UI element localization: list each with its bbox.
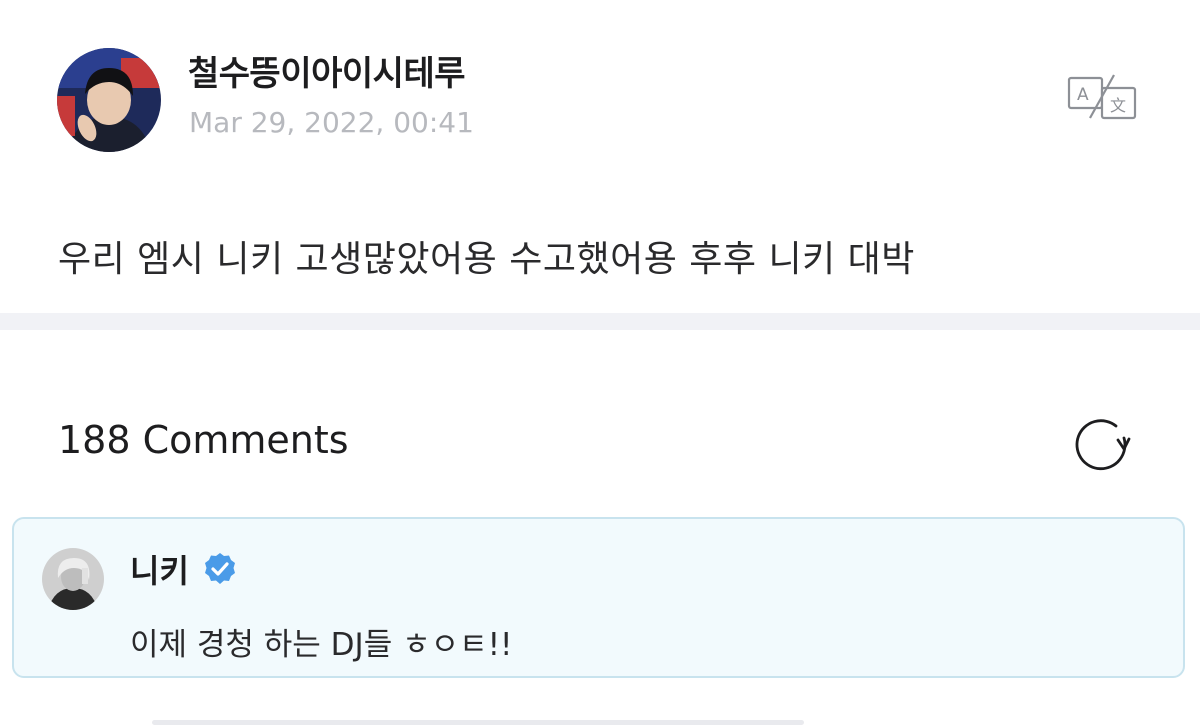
svg-text:A: A [1077,85,1089,105]
section-divider [0,313,1200,330]
comment-author-name[interactable]: 니키 [130,546,189,592]
avatar-photo [57,48,161,152]
post-screen: 철수뜽이아이시테루 Mar 29, 2022, 00:41 A 文 우리 엠시 … [0,0,1200,725]
next-item-edge [152,720,804,725]
post-body-text: 우리 엠시 니키 고생많았어용 수고했어용 후후 니키 대박 [58,239,915,280]
post-timestamp: Mar 29, 2022, 00:41 [189,106,474,139]
verified-badge-icon [202,551,238,587]
svg-text:文: 文 [1110,96,1126,115]
refresh-icon[interactable] [1072,414,1132,474]
comment-text: 이제 경청 하는 DJ들 ㅎㅇㅌ!! [130,627,513,663]
translate-icon[interactable]: A 文 [1066,72,1138,122]
post-author-avatar[interactable] [57,48,161,152]
comments-count-label: 188 Comments [58,418,349,462]
avatar-photo [42,548,104,610]
comment-card[interactable]: 니키 이제 경청 하는 DJ들 ㅎㅇㅌ!! [12,517,1185,678]
post-author-name[interactable]: 철수뜽이아이시테루 [188,46,466,95]
comment-author-avatar[interactable] [42,548,104,610]
